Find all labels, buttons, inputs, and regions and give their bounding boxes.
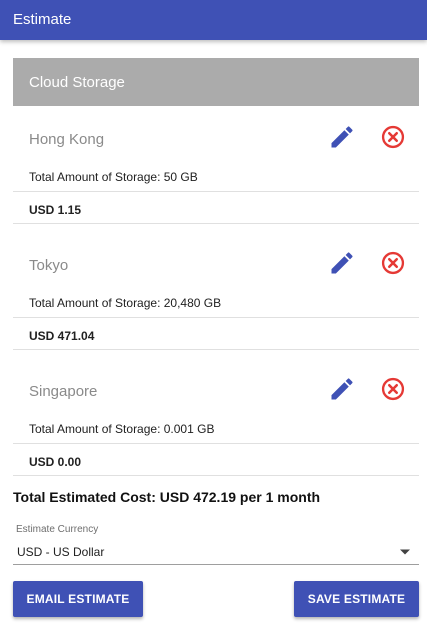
dropdown-arrow-icon — [400, 549, 410, 555]
divider — [13, 475, 419, 476]
email-estimate-button[interactable]: EMAIL ESTIMATE — [13, 581, 143, 617]
remove-circle-x-icon — [381, 377, 405, 401]
region-card-tokyo: Tokyo Total Amount of Storage: 20,480 GB… — [13, 244, 419, 362]
edit-pencil-icon — [331, 252, 353, 274]
currency-selected-value: USD - US Dollar — [17, 545, 105, 559]
remove-button[interactable] — [379, 375, 407, 403]
currency-label: Estimate Currency — [16, 524, 99, 535]
edit-button[interactable] — [328, 249, 356, 277]
divider — [13, 191, 419, 192]
divider — [13, 443, 419, 444]
storage-amount: Total Amount of Storage: 50 GB — [29, 170, 198, 184]
region-cost: USD 471.04 — [29, 329, 95, 343]
remove-button[interactable] — [379, 123, 407, 151]
remove-button[interactable] — [379, 249, 407, 277]
region-cost: USD 0.00 — [29, 455, 82, 469]
storage-amount: Total Amount of Storage: 0.001 GB — [29, 422, 215, 436]
app-bar: Estimate — [0, 0, 427, 40]
region-name: Singapore — [29, 383, 98, 400]
edit-pencil-icon — [331, 126, 353, 148]
region-card-singapore: Singapore Total Amount of Storage: 0.001… — [13, 370, 419, 488]
section-header: Cloud Storage — [13, 58, 419, 106]
select-underline — [13, 564, 419, 565]
region-name: Tokyo — [29, 257, 69, 274]
remove-circle-x-icon — [381, 125, 405, 149]
total-estimated-cost: Total Estimated Cost: USD 472.19 per 1 m… — [13, 489, 321, 505]
edit-pencil-icon — [331, 378, 353, 400]
section-title: Cloud Storage — [29, 74, 125, 91]
storage-amount: Total Amount of Storage: 20,480 GB — [29, 296, 222, 310]
divider — [13, 317, 419, 318]
region-cost: USD 1.15 — [29, 203, 82, 217]
remove-circle-x-icon — [381, 251, 405, 275]
edit-button[interactable] — [328, 375, 356, 403]
divider — [13, 349, 419, 350]
currency-select[interactable]: USD - US Dollar — [13, 540, 419, 565]
region-name: Hong Kong — [29, 131, 105, 148]
app-title: Estimate — [13, 11, 72, 28]
edit-button[interactable] — [328, 123, 356, 151]
divider — [13, 223, 419, 224]
save-estimate-button[interactable]: SAVE ESTIMATE — [294, 581, 419, 617]
region-card-hong-kong: Hong Kong Total Amount of Storage: 50 GB… — [13, 118, 419, 236]
